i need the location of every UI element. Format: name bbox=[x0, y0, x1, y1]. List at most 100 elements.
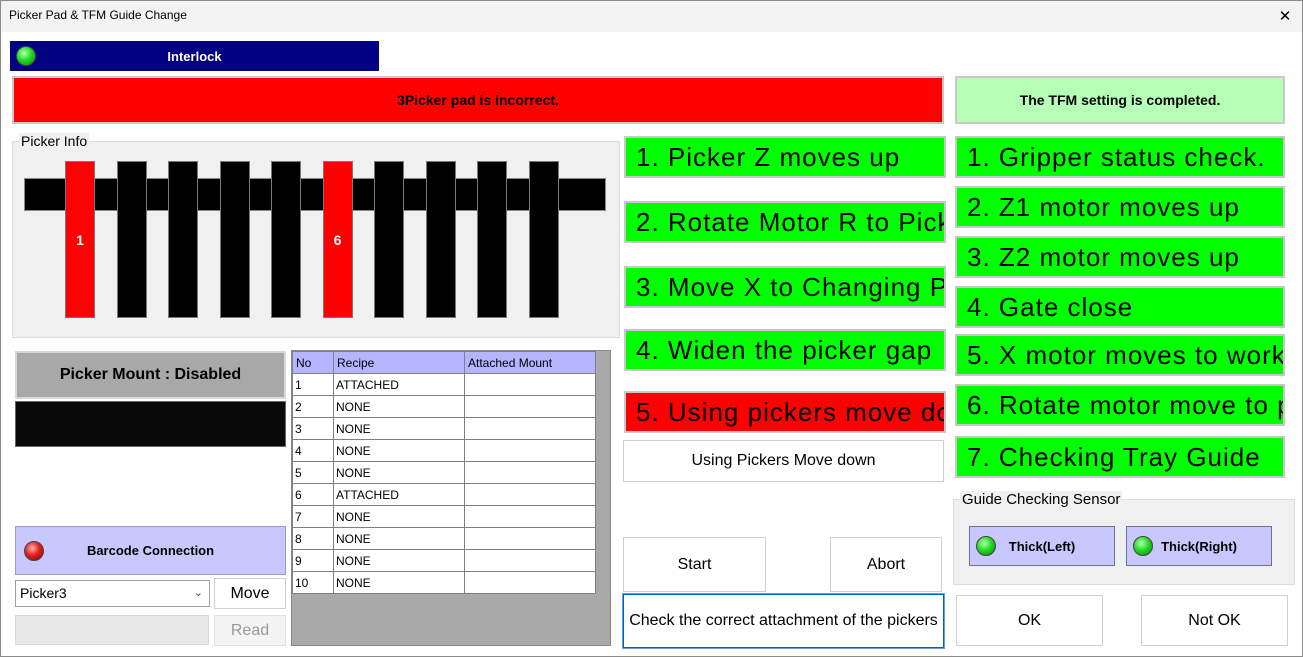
picker-pad-2[interactable] bbox=[116, 161, 147, 318]
cell-no[interactable]: 1 bbox=[292, 373, 334, 396]
thick-left-sensor[interactable]: Thick(Left) bbox=[969, 526, 1115, 566]
using-pickers-move-down-label: Using Pickers Move down bbox=[691, 452, 876, 469]
table-row[interactable]: 1 ATTACHED bbox=[292, 373, 596, 396]
picker-pad-1[interactable]: 1 bbox=[65, 161, 95, 318]
picker-pad-6[interactable]: 6 bbox=[322, 161, 353, 318]
column-header-recipe[interactable]: Recipe bbox=[333, 351, 465, 374]
picker-pad-8[interactable] bbox=[425, 161, 456, 318]
ok-button-label: OK bbox=[1017, 611, 1042, 629]
abort-button-label: Abort bbox=[866, 555, 906, 573]
cell-recipe[interactable]: NONE bbox=[333, 439, 465, 462]
cell-attached-mount[interactable] bbox=[464, 417, 596, 440]
interlock-indicator[interactable]: Interlock bbox=[10, 41, 379, 71]
step-text: 3. Move X to Changing Position bbox=[636, 271, 944, 302]
cell-no[interactable]: 9 bbox=[292, 549, 334, 572]
cell-attached-mount[interactable] bbox=[464, 505, 596, 528]
picker-pad-9[interactable] bbox=[477, 161, 507, 318]
table-row[interactable]: 10 NONE bbox=[292, 571, 596, 594]
cell-attached-mount[interactable] bbox=[464, 395, 596, 418]
tfm-steps-item-3: 3. Z2 motor moves up bbox=[955, 236, 1285, 278]
using-pickers-move-down-button[interactable]: Using Pickers Move down bbox=[623, 440, 944, 482]
table-row[interactable]: 5 NONE bbox=[292, 461, 596, 484]
cell-attached-mount[interactable] bbox=[464, 483, 596, 506]
cell-no[interactable]: 2 bbox=[292, 395, 334, 418]
picker-select[interactable]: Picker3 ⌄ bbox=[15, 580, 210, 607]
step-text: 2. Z1 motor moves up bbox=[967, 191, 1240, 222]
tfm-steps-item-1: 1. Gripper status check. bbox=[955, 136, 1285, 178]
table-row[interactable]: 7 NONE bbox=[292, 505, 596, 528]
abort-button[interactable]: Abort bbox=[830, 537, 942, 592]
picker-mount-button[interactable]: Picker Mount : Disabled bbox=[15, 351, 286, 399]
picker-pad-label: 6 bbox=[333, 231, 342, 248]
close-button[interactable]: ✕ bbox=[1268, 0, 1302, 32]
read-button-label: Read bbox=[230, 621, 270, 639]
cell-no[interactable]: 6 bbox=[292, 483, 334, 506]
picker-steps-item-5: 5. Using pickers move down bbox=[624, 391, 946, 433]
picker-pad-10[interactable] bbox=[528, 161, 559, 318]
picker-pad-3[interactable] bbox=[168, 161, 198, 318]
barcode-connection-button[interactable]: Barcode Connection bbox=[15, 526, 286, 575]
cell-recipe[interactable]: NONE bbox=[333, 549, 465, 572]
cell-recipe[interactable]: NONE bbox=[333, 505, 465, 528]
check-attachment-button[interactable]: Check the correct attachment of the pick… bbox=[622, 593, 945, 649]
mount-table[interactable]: No Recipe Attached Mount 1 ATTACHED 2 NONE 3… bbox=[292, 351, 596, 594]
tfm-status-message: The TFM setting is completed. bbox=[955, 76, 1285, 124]
cell-no[interactable]: 8 bbox=[292, 527, 334, 550]
tfm-steps-item-6: 6. Rotate motor move to position bbox=[955, 384, 1285, 426]
start-button[interactable]: Start bbox=[623, 537, 766, 592]
cell-recipe[interactable]: NONE bbox=[333, 571, 465, 594]
picker-pad-7[interactable] bbox=[374, 161, 404, 318]
barcode-display bbox=[15, 401, 286, 447]
table-row[interactable]: 4 NONE bbox=[292, 439, 596, 462]
thick-right-label: Thick(Right) bbox=[1161, 538, 1237, 554]
cell-no[interactable]: 7 bbox=[292, 505, 334, 528]
table-header-row: No Recipe Attached Mount bbox=[292, 351, 596, 374]
step-text: 2. Rotate Motor R to Picker Change bbox=[636, 206, 944, 237]
check-attachment-label: Check the correct attachment of the pick… bbox=[629, 612, 938, 629]
table-row[interactable]: 2 NONE bbox=[292, 395, 596, 418]
step-text: 5. X motor moves to working position bbox=[967, 339, 1285, 370]
cell-no[interactable]: 3 bbox=[292, 417, 334, 440]
step-text: 1. Gripper status check. bbox=[967, 141, 1266, 172]
window-title: Picker Pad & TFM Guide Change bbox=[9, 8, 187, 22]
picker-steps-item-2: 2. Rotate Motor R to Picker Change bbox=[624, 201, 946, 243]
ok-button[interactable]: OK bbox=[956, 595, 1103, 646]
cell-no[interactable]: 10 bbox=[292, 571, 334, 594]
cell-recipe[interactable]: ATTACHED bbox=[333, 373, 465, 396]
thick-right-sensor[interactable]: Thick(Right) bbox=[1126, 526, 1272, 566]
close-icon: ✕ bbox=[1278, 8, 1292, 25]
move-button[interactable]: Move bbox=[214, 578, 286, 609]
column-header-no[interactable]: No bbox=[292, 351, 334, 374]
picker-steps-item-1: 1. Picker Z moves up bbox=[624, 136, 946, 178]
read-button[interactable]: Read bbox=[214, 615, 286, 646]
table-row[interactable]: 3 NONE bbox=[292, 417, 596, 440]
cell-attached-mount[interactable] bbox=[464, 571, 596, 594]
cell-no[interactable]: 5 bbox=[292, 461, 334, 484]
cell-recipe[interactable]: ATTACHED bbox=[333, 483, 465, 506]
cell-recipe[interactable]: NONE bbox=[333, 395, 465, 418]
step-text: 6. Rotate motor move to position bbox=[967, 389, 1283, 420]
cell-recipe[interactable]: NONE bbox=[333, 527, 465, 550]
table-row[interactable]: 8 NONE bbox=[292, 527, 596, 550]
table-row[interactable]: 9 NONE bbox=[292, 549, 596, 572]
interlock-led-icon bbox=[16, 46, 36, 66]
cell-recipe[interactable]: NONE bbox=[333, 461, 465, 484]
thick-right-led-icon bbox=[1133, 536, 1153, 556]
picker-select-value: Picker3 bbox=[20, 585, 67, 601]
cell-attached-mount[interactable] bbox=[464, 527, 596, 550]
cell-recipe[interactable]: NONE bbox=[333, 417, 465, 440]
picker-mount-label: Picker Mount : Disabled bbox=[59, 366, 242, 383]
picker-pad-5[interactable] bbox=[271, 161, 301, 318]
table-row[interactable]: 6 ATTACHED bbox=[292, 483, 596, 506]
not-ok-button[interactable]: Not OK bbox=[1141, 595, 1288, 646]
picker-pad-4[interactable] bbox=[219, 161, 250, 318]
title-bar: Picker Pad & TFM Guide Change ✕ bbox=[0, 0, 1303, 32]
cell-no[interactable]: 4 bbox=[292, 439, 334, 462]
cell-attached-mount[interactable] bbox=[464, 373, 596, 396]
cell-attached-mount[interactable] bbox=[464, 461, 596, 484]
column-header-attached-mount[interactable]: Attached Mount bbox=[464, 351, 596, 374]
tfm-status-text: The TFM setting is completed. bbox=[1019, 92, 1221, 108]
tfm-steps-item-2: 2. Z1 motor moves up bbox=[955, 186, 1285, 228]
cell-attached-mount[interactable] bbox=[464, 439, 596, 462]
cell-attached-mount[interactable] bbox=[464, 549, 596, 572]
